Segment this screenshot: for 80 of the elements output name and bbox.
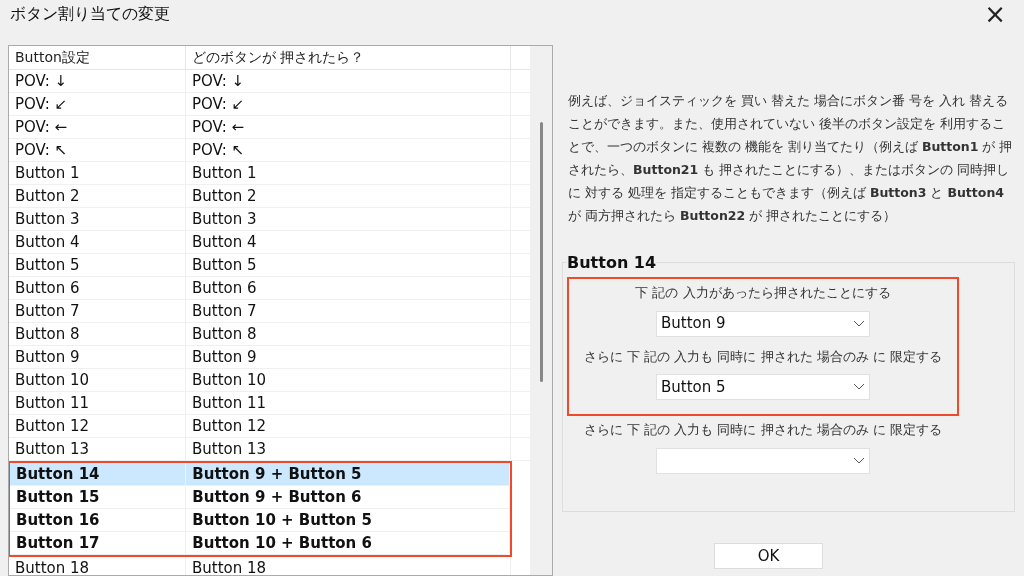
chevron-down-icon [853,319,865,328]
table-cell: Button 6 [186,277,511,299]
chevron-down-icon [853,383,865,391]
table-cell: Button 3 [186,208,511,230]
scrollbar-thumb[interactable] [539,122,543,382]
table-cell: Button 17 [10,532,187,554]
table-row[interactable]: Button 14 Button 9 + Button 5 [10,463,510,486]
table-cell: POV: ↖ [186,139,511,161]
table-cell: Button 18 [9,557,186,575]
table-row[interactable]: POV: ← POV: ← [9,116,531,139]
field-label: さらに 下 記の 入力も 同時に 押された 場合のみ に 限定する [583,347,943,366]
table-row[interactable]: POV: ↙ POV: ↙ [9,93,531,116]
table-cell: Button 12 [9,415,186,437]
table-cell: Button 11 [9,392,186,414]
description-text: 例えば、ジョイスティックを 買い 替えた 場合にボタン番 号を 入れ 替えることができます。また、使用されていない 後半のボタン設定を 利用することで、一つのボタンに 複数の 機能を 割り当てたり（例えば Button1 が 押されたら、Button21 も 押されたことにする）、またはボタンの 同時押しに 対する 処理を 指定することもできます（例えば Button3 と Button4 が 両方押されたら Button22 が 押されたことにする） [568,92,1013,225]
table-cell: Button 13 [9,438,186,460]
field-label: 下 記の 入力があったら押されたことにする [635,284,891,302]
table-cell: Button 2 [9,185,186,207]
table-row[interactable]: Button 16 Button 10 + Button 5 [10,509,510,532]
table-row[interactable]: Button 13 Button 13 [9,438,531,461]
table-row[interactable]: POV: ↖ POV: ↖ [9,139,531,162]
table-cell: Button 3 [9,208,186,230]
table-cell: Button 4 [9,231,186,253]
table-row[interactable]: Button 6 Button 6 [9,277,531,300]
dropdown[interactable]: Button 9 [656,310,870,337]
table-cell: Button 18 [186,557,511,575]
table-cell: Button 9 [186,346,511,368]
table-cell: Button 9 [9,346,186,368]
column-header[interactable]: Button設定 [9,46,186,69]
table-cell: POV: ↓ [9,70,186,92]
table-cell: Button 14 [10,463,187,485]
table-cell: Button 13 [186,438,511,460]
table-row[interactable]: POV: ↓ POV: ↓ [9,70,531,93]
table-cell: Button 2 [186,185,511,207]
close-button[interactable]: × [976,1,1014,27]
table-cell: Button 5 [9,254,186,276]
table-cell: Button 6 [9,277,186,299]
table-row[interactable]: Button 1 Button 1 [9,162,531,185]
table-cell: Button 10 + Button 5 [186,509,510,531]
table-cell: Button 10 [9,369,186,391]
table-row[interactable]: Button 10 Button 10 [9,369,531,392]
table-cell: Button 4 [186,231,511,253]
table-cell: Button 7 [9,300,186,322]
table-cell: Button 10 + Button 6 [186,532,510,554]
table-row[interactable]: Button 3 Button 3 [9,208,531,231]
table-row[interactable]: Button 15 Button 9 + Button 6 [10,486,510,509]
table-row[interactable]: Button 2 Button 2 [9,185,531,208]
table-cell: Button 8 [186,323,511,345]
window-title: ボタン割り当ての変更 [10,3,170,25]
table-cell: Button 9 + Button 5 [186,463,510,485]
table-cell: Button 11 [186,392,511,414]
table-row[interactable]: Button 5 Button 5 [9,254,531,277]
table-row[interactable]: Button 8 Button 8 [9,323,531,346]
table-cell: POV: ↙ [186,93,511,115]
column-header[interactable]: どのボタンが 押されたら？ [186,46,511,69]
table-cell: Button 10 [186,369,511,391]
table-row[interactable]: Button 11 Button 11 [9,392,531,415]
table-cell: Button 1 [186,162,511,184]
table-cell: Button 15 [10,486,187,508]
chevron-down-icon [853,456,865,465]
table-cell: Button 9 + Button 6 [186,486,510,508]
table-row[interactable]: Button 9 Button 9 [9,346,531,369]
table-cell: Button 16 [10,509,187,531]
table-cell: Button 8 [9,323,186,345]
table-cell: POV: ↙ [9,93,186,115]
table-cell: Button 12 [186,415,511,437]
field-label: さらに 下 記の 入力も 同時に 押された 場合のみ に 限定する [583,421,943,439]
table-row[interactable]: Button 7 Button 7 [9,300,531,323]
ok-button[interactable]: OK [714,543,823,569]
table-cell: Button 1 [9,162,186,184]
table-row[interactable]: Button 4 Button 4 [9,231,531,254]
dropdown[interactable]: Button 5 [656,374,870,400]
table-cell: Button 5 [186,254,511,276]
table-cell: Button 7 [186,300,511,322]
table-cell: POV: ↓ [186,70,511,92]
table-row[interactable]: Button 17 Button 10 + Button 6 [10,532,510,555]
table-row[interactable]: Button 12 Button 12 [9,415,531,438]
table-cell: POV: ↖ [9,139,186,161]
table-cell: POV: ← [9,116,186,138]
table-cell: POV: ← [186,116,511,138]
